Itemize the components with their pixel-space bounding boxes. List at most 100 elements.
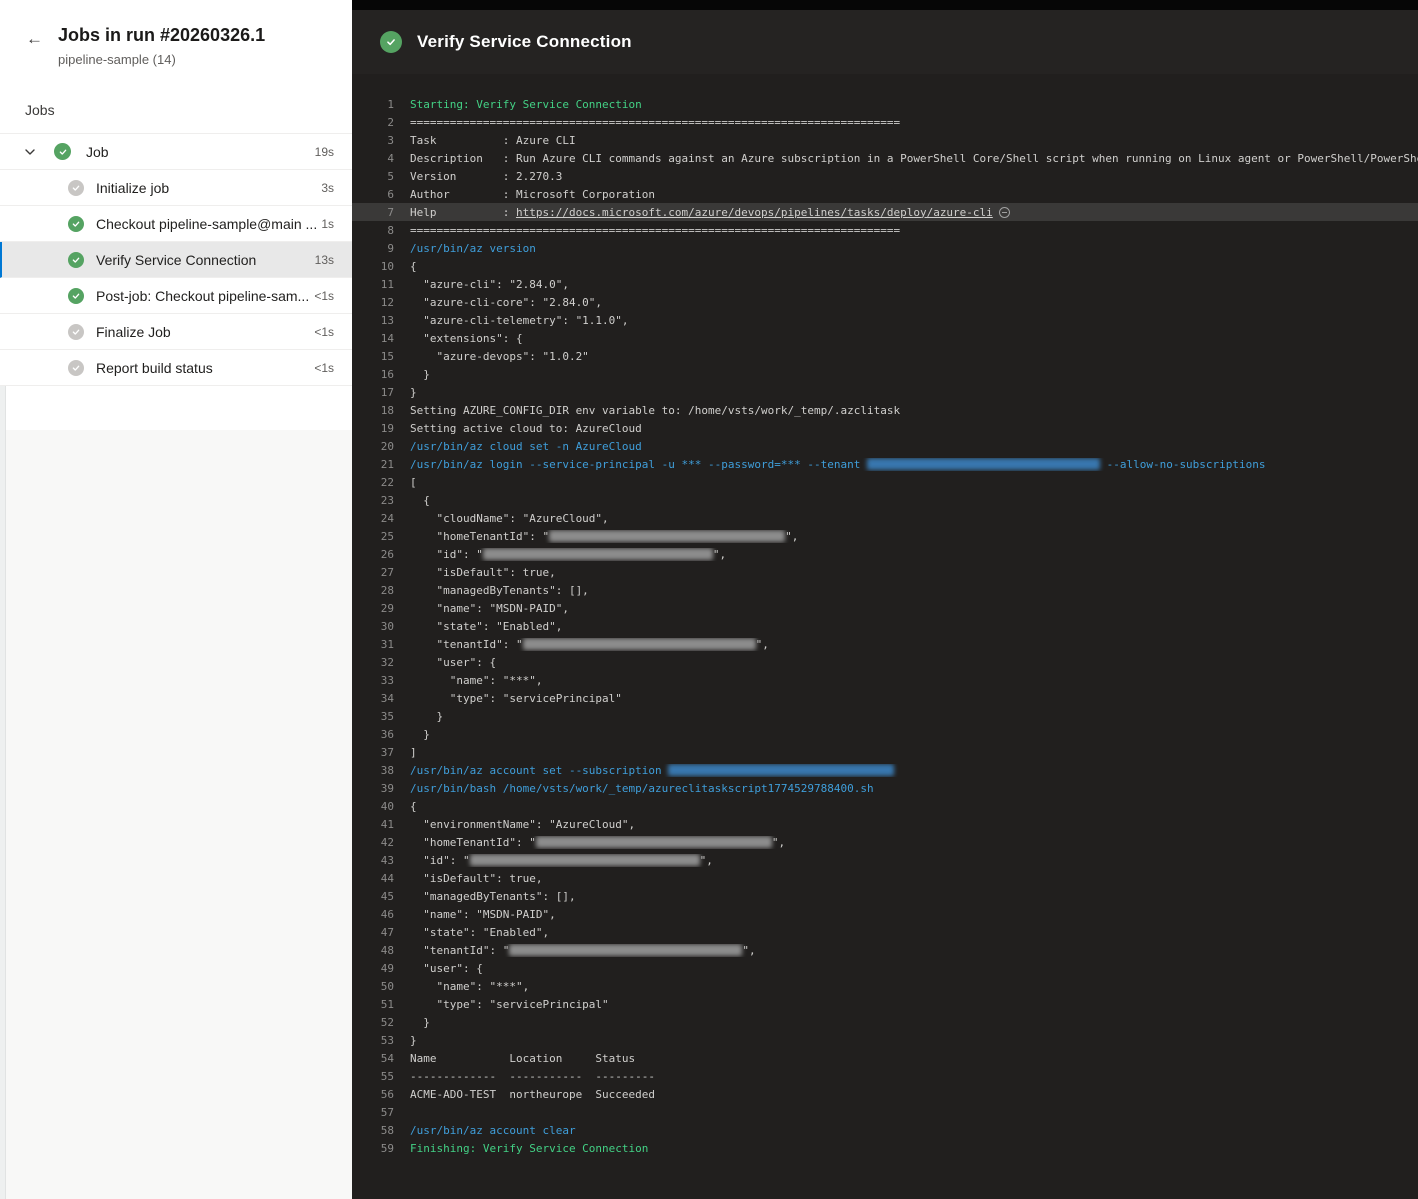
log-line-number[interactable]: 11 xyxy=(352,278,394,291)
log-line-number[interactable]: 45 xyxy=(352,890,394,903)
log-line-number[interactable]: 28 xyxy=(352,584,394,597)
log-line-number[interactable]: 19 xyxy=(352,422,394,435)
redacted-value xyxy=(867,458,1100,470)
log-line-number[interactable]: 51 xyxy=(352,998,394,1011)
log-line-number[interactable]: 14 xyxy=(352,332,394,345)
log-line: 17} xyxy=(352,383,1418,401)
log-line-number[interactable]: 35 xyxy=(352,710,394,723)
log-line-content: "state": "Enabled", xyxy=(410,620,1418,633)
log-line-number[interactable]: 2 xyxy=(352,116,394,129)
chevron-down-icon[interactable] xyxy=(24,146,36,158)
log-line-number[interactable]: 8 xyxy=(352,224,394,237)
back-button[interactable]: ← xyxy=(26,29,43,49)
step-row[interactable]: Finalize Job<1s xyxy=(0,314,352,350)
log-line-number[interactable]: 27 xyxy=(352,566,394,579)
log-text: [ xyxy=(410,476,417,489)
log-line-number[interactable]: 29 xyxy=(352,602,394,615)
log-line-number[interactable]: 56 xyxy=(352,1088,394,1101)
step-row[interactable]: Checkout pipeline-sample@main ...1s xyxy=(0,206,352,242)
job-row[interactable]: Job 19s xyxy=(0,134,352,170)
log-line-content: "tenantId": "", xyxy=(410,638,1418,651)
log-line-content: Author : Microsoft Corporation xyxy=(410,188,1418,201)
log-line: 20/usr/bin/az cloud set -n AzureCloud xyxy=(352,437,1418,455)
log-text: Setting active cloud to: AzureCloud xyxy=(410,422,642,435)
log-line-number[interactable]: 52 xyxy=(352,1016,394,1029)
jobs-run-page: ← Jobs in run #20260326.1 pipeline-sampl… xyxy=(0,0,1418,1199)
log-line-number[interactable]: 59 xyxy=(352,1142,394,1155)
log-line-number[interactable]: 1 xyxy=(352,98,394,111)
log-line-number[interactable]: 43 xyxy=(352,854,394,867)
log-text: "type": "servicePrincipal" xyxy=(410,998,609,1011)
log-line-number[interactable]: 10 xyxy=(352,260,394,273)
help-link[interactable]: https://docs.microsoft.com/azure/devops/… xyxy=(516,206,993,219)
log-line-number[interactable]: 47 xyxy=(352,926,394,939)
log-line-number[interactable]: 32 xyxy=(352,656,394,669)
job-label: Job xyxy=(86,144,109,160)
log-line-number[interactable]: 6 xyxy=(352,188,394,201)
log-line-number[interactable]: 48 xyxy=(352,944,394,957)
log-line: 11 "azure-cli": "2.84.0", xyxy=(352,275,1418,293)
log-line-number[interactable]: 36 xyxy=(352,728,394,741)
log-line: 26 "id": "", xyxy=(352,545,1418,563)
log-text: Starting: Verify Service Connection xyxy=(410,98,642,111)
log-line-number[interactable]: 49 xyxy=(352,962,394,975)
log-text: ", xyxy=(785,530,798,543)
log-text: "managedByTenants": [], xyxy=(410,584,589,597)
log-line-number[interactable]: 37 xyxy=(352,746,394,759)
step-row[interactable]: Initialize job3s xyxy=(0,170,352,206)
log-line-number[interactable]: 54 xyxy=(352,1052,394,1065)
step-duration: <1s xyxy=(314,289,334,303)
log-line-number[interactable]: 30 xyxy=(352,620,394,633)
log-line-content: } xyxy=(410,368,1418,381)
log-line-number[interactable]: 50 xyxy=(352,980,394,993)
log-line-number[interactable]: 15 xyxy=(352,350,394,363)
log-line: 25 "homeTenantId": "", xyxy=(352,527,1418,545)
log-line-number[interactable]: 38 xyxy=(352,764,394,777)
log-line-number[interactable]: 33 xyxy=(352,674,394,687)
log-line-number[interactable]: 22 xyxy=(352,476,394,489)
log-line: 45 "managedByTenants": [], xyxy=(352,887,1418,905)
log-line-number[interactable]: 25 xyxy=(352,530,394,543)
log-line-number[interactable]: 20 xyxy=(352,440,394,453)
log-text: /usr/bin/az version xyxy=(410,242,536,255)
log-line-number[interactable]: 39 xyxy=(352,782,394,795)
log-line: 54Name Location Status xyxy=(352,1049,1418,1067)
log-line-number[interactable]: 21 xyxy=(352,458,394,471)
log-line-number[interactable]: 58 xyxy=(352,1124,394,1137)
log-line-number[interactable]: 5 xyxy=(352,170,394,183)
log-line-number[interactable]: 46 xyxy=(352,908,394,921)
log-line-number[interactable]: 40 xyxy=(352,800,394,813)
log-line-number[interactable]: 9 xyxy=(352,242,394,255)
log-line-number[interactable]: 7 xyxy=(352,206,394,219)
log-line-number[interactable]: 42 xyxy=(352,836,394,849)
log-line-number[interactable]: 41 xyxy=(352,818,394,831)
step-row[interactable]: Verify Service Connection13s xyxy=(0,242,352,278)
log-line-content: /usr/bin/az login --service-principal -u… xyxy=(410,458,1418,471)
log-line-content: Setting AZURE_CONFIG_DIR env variable to… xyxy=(410,404,1418,417)
log-line-content: } xyxy=(410,386,1418,399)
log-line-content: "id": "", xyxy=(410,854,1418,867)
step-row[interactable]: Post-job: Checkout pipeline-sam...<1s xyxy=(0,278,352,314)
log-line-number[interactable]: 26 xyxy=(352,548,394,561)
log-line-number[interactable]: 3 xyxy=(352,134,394,147)
step-row[interactable]: Report build status<1s xyxy=(0,350,352,386)
log-line-number[interactable]: 55 xyxy=(352,1070,394,1083)
log-line-number[interactable]: 13 xyxy=(352,314,394,327)
log-line: 16 } xyxy=(352,365,1418,383)
log-line-number[interactable]: 4 xyxy=(352,152,394,165)
log-line-number[interactable]: 24 xyxy=(352,512,394,525)
log-line-content: /usr/bin/bash /home/vsts/work/_temp/azur… xyxy=(410,782,1418,795)
log-line-number[interactable]: 53 xyxy=(352,1034,394,1047)
log-text: "isDefault": true, xyxy=(410,872,542,885)
log-line-number[interactable]: 34 xyxy=(352,692,394,705)
log-line-number[interactable]: 18 xyxy=(352,404,394,417)
log-line-number[interactable]: 44 xyxy=(352,872,394,885)
log-line: 59Finishing: Verify Service Connection xyxy=(352,1139,1418,1157)
log-line-number[interactable]: 31 xyxy=(352,638,394,651)
log-line-number[interactable]: 23 xyxy=(352,494,394,507)
log-line-number[interactable]: 16 xyxy=(352,368,394,381)
log-line-number[interactable]: 17 xyxy=(352,386,394,399)
log-line-number[interactable]: 57 xyxy=(352,1106,394,1119)
log-line-number[interactable]: 12 xyxy=(352,296,394,309)
open-link-icon[interactable] xyxy=(999,207,1010,218)
